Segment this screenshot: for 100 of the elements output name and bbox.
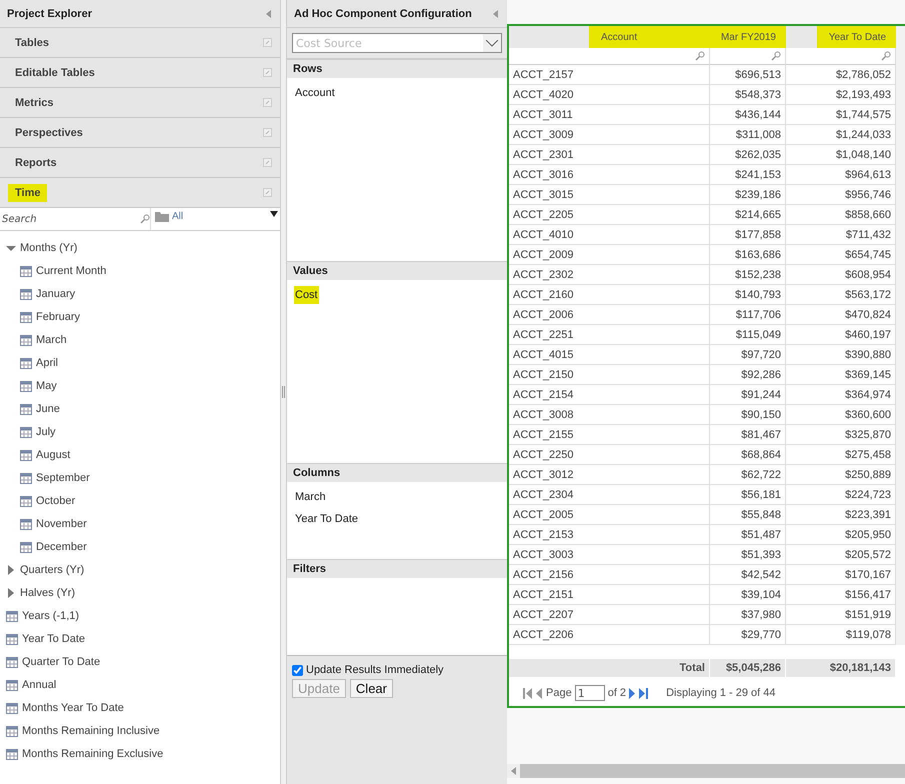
column-header[interactable]: Year To Date xyxy=(816,26,896,48)
calendar-icon xyxy=(6,724,18,736)
table-cell: $311,008 xyxy=(710,125,786,145)
accordion-header[interactable]: Perspectives xyxy=(0,118,280,148)
drop-zone[interactable]: Account xyxy=(287,78,507,261)
tree-item[interactable]: Months Year To Date xyxy=(22,702,124,714)
zone-title: Filters xyxy=(293,563,326,575)
scroll-left-icon[interactable] xyxy=(511,767,516,775)
collapse-icon[interactable] xyxy=(263,68,272,77)
table-cell: $241,153 xyxy=(710,165,786,185)
calendar-icon xyxy=(6,748,18,760)
tree-item[interactable]: November xyxy=(36,518,87,530)
table-cell: ACCT_2150 xyxy=(509,365,710,385)
zone-item[interactable]: Cost xyxy=(294,286,319,304)
table-cell: $152,238 xyxy=(710,265,786,285)
collapse-panel-icon[interactable] xyxy=(493,10,499,18)
last-page-icon[interactable] xyxy=(639,688,650,698)
tree-item[interactable]: Annual xyxy=(22,678,56,690)
tree-item[interactable]: Months Remaining Inclusive xyxy=(22,724,160,736)
table-cell: $39,104 xyxy=(710,585,786,605)
tree-item[interactable]: Year To Date xyxy=(22,632,85,644)
tree-item[interactable]: February xyxy=(36,310,80,322)
table-cell: ACCT_2251 xyxy=(509,325,710,345)
tree-item[interactable]: Years (-1,1) xyxy=(22,610,80,622)
dropdown-caret-icon xyxy=(270,211,278,217)
table-cell: $29,770 xyxy=(710,625,786,645)
table-cell: ACCT_2154 xyxy=(509,385,710,405)
source-select[interactable]: Cost Source xyxy=(292,33,502,53)
tree-item[interactable]: March xyxy=(36,334,67,346)
tree-item[interactable]: Quarter To Date xyxy=(22,656,100,668)
page-input[interactable]: 1 xyxy=(574,685,605,701)
table-cell: $90,150 xyxy=(710,405,786,425)
tree-item[interactable]: January xyxy=(36,288,76,300)
calendar-icon xyxy=(20,402,32,414)
zone-title: Columns xyxy=(293,467,340,479)
drop-zone[interactable]: Cost xyxy=(287,280,507,463)
accordion-header[interactable]: Time xyxy=(0,178,280,208)
search-icon[interactable] xyxy=(695,51,705,61)
tree-item[interactable]: June xyxy=(36,402,60,414)
tree-item[interactable]: Halves (Yr) xyxy=(20,586,76,598)
table-cell: $51,393 xyxy=(710,545,786,565)
table-cell: ACCT_2250 xyxy=(509,445,710,465)
table-cell: ACCT_3015 xyxy=(509,185,710,205)
section-label: Perspectives xyxy=(14,126,84,140)
total-cell: $5,045,286 xyxy=(710,659,786,677)
tree-item[interactable]: Months Remaining Exclusive xyxy=(22,748,164,760)
collapsed-caret-icon[interactable] xyxy=(6,588,16,598)
column-filter-field[interactable] xyxy=(509,48,710,65)
table-cell: ACCT_2301 xyxy=(509,145,710,165)
collapsed-caret-icon[interactable] xyxy=(6,564,16,574)
collapse-icon[interactable] xyxy=(263,38,272,47)
previous-page-icon[interactable] xyxy=(536,688,543,698)
collapse-icon[interactable] xyxy=(263,128,272,137)
column-header[interactable]: Account xyxy=(589,26,710,48)
accordion-header[interactable]: Metrics xyxy=(0,88,280,118)
calendar-icon xyxy=(6,610,18,622)
collapse-icon[interactable] xyxy=(263,188,272,197)
search-field[interactable]: Search xyxy=(0,208,151,230)
search-icon[interactable] xyxy=(881,51,891,61)
tree-item[interactable]: December xyxy=(36,540,87,552)
tree-item[interactable]: Current Month xyxy=(36,264,106,276)
chevron-down-icon xyxy=(486,40,498,46)
accordion-header[interactable]: Reports xyxy=(0,148,280,178)
tree-item[interactable]: October xyxy=(36,494,76,506)
first-page-icon[interactable] xyxy=(523,688,533,698)
column-header[interactable]: Mar FY2019 xyxy=(708,26,786,48)
next-page-icon[interactable] xyxy=(629,688,636,698)
column-filter-field[interactable] xyxy=(710,48,786,65)
table-cell: $177,858 xyxy=(710,225,786,245)
collapse-icon[interactable] xyxy=(263,158,272,167)
accordion-header[interactable]: Tables xyxy=(0,28,280,58)
search-icon[interactable] xyxy=(771,51,781,61)
zone-item[interactable]: Year To Date xyxy=(294,510,359,528)
accordion-header[interactable]: Editable Tables xyxy=(0,58,280,88)
table-cell: ACCT_2160 xyxy=(509,285,710,305)
collapse-panel-icon[interactable] xyxy=(266,10,272,18)
checkbox[interactable] xyxy=(292,664,303,676)
tree-item[interactable]: April xyxy=(36,356,58,368)
table-cell: $56,181 xyxy=(710,485,786,505)
tree-item[interactable]: August xyxy=(36,448,70,460)
tree-item[interactable]: Quarters (Yr) xyxy=(20,564,84,576)
table-cell: ACCT_4015 xyxy=(509,345,710,365)
search-icon[interactable] xyxy=(140,214,150,224)
tree-item[interactable]: May xyxy=(36,380,57,392)
drop-zone[interactable]: March Year To Date xyxy=(287,482,507,559)
section-label: Reports xyxy=(14,156,58,170)
table-cell: ACCT_3011 xyxy=(509,105,710,125)
calendar-icon xyxy=(6,656,18,668)
zone-title: Values xyxy=(293,265,328,277)
table-cell: $214,665 xyxy=(710,205,786,225)
collapse-icon[interactable] xyxy=(263,98,272,107)
zone-item[interactable]: March xyxy=(294,488,327,506)
tree-item[interactable]: September xyxy=(36,472,90,484)
section-label: Metrics xyxy=(14,96,55,110)
tree-item[interactable]: Months (Yr) xyxy=(20,242,78,254)
calendar-icon xyxy=(20,310,32,322)
zone-item[interactable]: Account xyxy=(294,84,336,102)
table-cell: ACCT_3008 xyxy=(509,405,710,425)
tree-item[interactable]: July xyxy=(36,426,56,438)
action-button[interactable]: Clear xyxy=(350,679,393,698)
